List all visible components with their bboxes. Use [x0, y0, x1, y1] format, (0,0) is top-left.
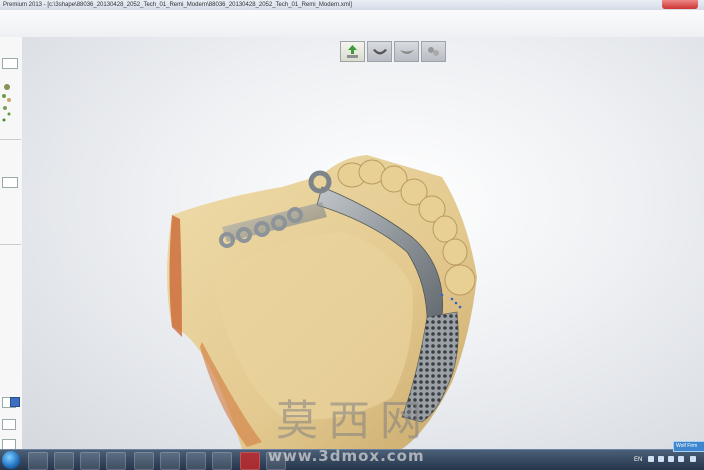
sidebar-divider — [0, 139, 21, 140]
monitor-icon[interactable] — [186, 452, 206, 470]
folder-icon[interactable] — [54, 452, 74, 470]
tooth-tree-icon[interactable] — [1, 82, 13, 124]
ribbon-bar — [0, 10, 704, 38]
help-button[interactable] — [10, 397, 20, 407]
sidebar-dropdown[interactable] — [2, 177, 18, 188]
start-button[interactable] — [2, 451, 20, 469]
tray-icon[interactable] — [668, 456, 674, 462]
watermark-url: www.3dmox.com — [268, 447, 425, 465]
left-sidebar — [0, 37, 23, 450]
tray-icon[interactable] — [658, 456, 664, 462]
close-button[interactable] — [662, 0, 698, 9]
explorer-icon[interactable] — [134, 452, 154, 470]
notification-balloon[interactable]: Wolf Firm — [673, 441, 704, 452]
dental-model-render[interactable] — [22, 37, 704, 449]
window-title: Premium 2013 - [c:\3shape\88036_20130428… — [3, 2, 352, 8]
app-icon[interactable] — [106, 452, 126, 470]
window-icon[interactable] — [160, 452, 180, 470]
chrome-icon[interactable] — [28, 452, 48, 470]
app2-icon[interactable] — [212, 452, 232, 470]
watermark-chars: 莫西网 — [276, 396, 433, 445]
sidebar-field[interactable] — [2, 58, 18, 69]
sidebar-select-2[interactable] — [2, 419, 16, 430]
language-indicator[interactable]: EN — [634, 450, 642, 470]
3d-viewport[interactable] — [22, 37, 704, 449]
3shape-icon[interactable] — [240, 452, 260, 470]
sidebar-divider — [0, 244, 21, 245]
tray-icon[interactable] — [690, 456, 696, 462]
tray-icon[interactable] — [648, 456, 654, 462]
tray-icon[interactable] — [678, 456, 684, 462]
media-icon[interactable] — [80, 452, 100, 470]
